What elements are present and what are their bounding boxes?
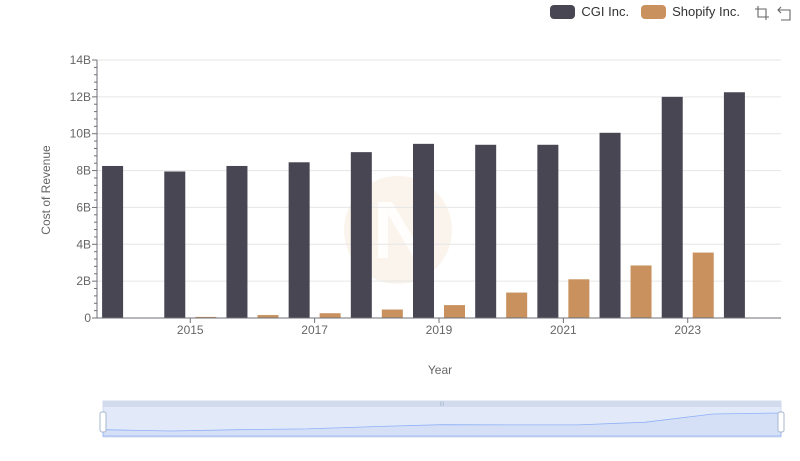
bar-cgi-2018[interactable]: [350, 152, 372, 318]
chart-area: 0 2B 4B 6B 8B 10B 12B 14B 2015 2017 2019 2021 2023 C…: [39, 53, 785, 438]
y-tick-label: 6B: [76, 200, 91, 214]
bar-shopify-2019[interactable]: [444, 305, 465, 318]
bar-cgi-2024[interactable]: [723, 92, 745, 318]
legend: CGI Inc. Shopify Inc.: [550, 4, 740, 19]
y-tick-label: 10B: [70, 127, 91, 141]
bar-shopify-2022[interactable]: [630, 265, 652, 318]
x-tick-label: 2021: [550, 323, 577, 337]
legend-label-shopify: Shopify Inc.: [672, 4, 740, 19]
x-tick-label: 2023: [674, 323, 701, 337]
legend-label-cgi: CGI Inc.: [581, 4, 630, 19]
bars-group: [102, 92, 745, 318]
bar-cgi-2021[interactable]: [537, 144, 559, 318]
datazoom-slider[interactable]: III: [99, 400, 785, 438]
x-tick-label: 2015: [177, 323, 204, 337]
x-axis-label: Year: [428, 363, 452, 377]
bar-shopify-2017[interactable]: [319, 313, 341, 318]
y-tick-label: 0: [84, 311, 91, 325]
bar-cgi-2016[interactable]: [226, 165, 248, 318]
y-tick-label: 8B: [76, 164, 91, 178]
bar-cgi-2017[interactable]: [288, 162, 310, 318]
zoom-reset-icon[interactable]: [776, 5, 792, 21]
bar-cgi-2015[interactable]: [164, 171, 186, 318]
zoom-select-icon[interactable]: [754, 5, 770, 21]
legend-swatch-shopify: [641, 4, 667, 19]
toolbox: [754, 5, 792, 21]
bar-shopify-2021[interactable]: [568, 279, 590, 318]
legend-item-shopify[interactable]: Shopify Inc.: [641, 4, 740, 19]
bar-cgi-2020[interactable]: [475, 144, 497, 318]
datazoom-left-handle[interactable]: [99, 411, 107, 433]
y-tick-label: 12B: [70, 90, 91, 104]
datazoom-right-handle[interactable]: [777, 411, 785, 433]
bar-cgi-2023[interactable]: [661, 96, 683, 318]
y-tick-label: 2B: [76, 274, 91, 288]
bar-shopify-2023[interactable]: [692, 252, 714, 318]
x-tick-label: 2019: [426, 323, 453, 337]
bar-cgi-2014[interactable]: [102, 165, 124, 318]
y-tick-label: 4B: [76, 237, 91, 251]
legend-swatch-cgi: [550, 4, 576, 19]
datazoom-move-handle[interactable]: III: [439, 402, 444, 408]
bar-cgi-2022[interactable]: [599, 132, 621, 318]
bar-shopify-2020[interactable]: [506, 292, 528, 318]
bar-shopify-2018[interactable]: [381, 309, 403, 318]
x-tick-label: 2017: [301, 323, 328, 337]
bar-cgi-2019[interactable]: [413, 143, 434, 318]
legend-item-cgi[interactable]: CGI Inc.: [550, 4, 629, 19]
y-axis-label: Cost of Revenue: [39, 145, 53, 235]
y-tick-label: 14B: [70, 53, 91, 67]
